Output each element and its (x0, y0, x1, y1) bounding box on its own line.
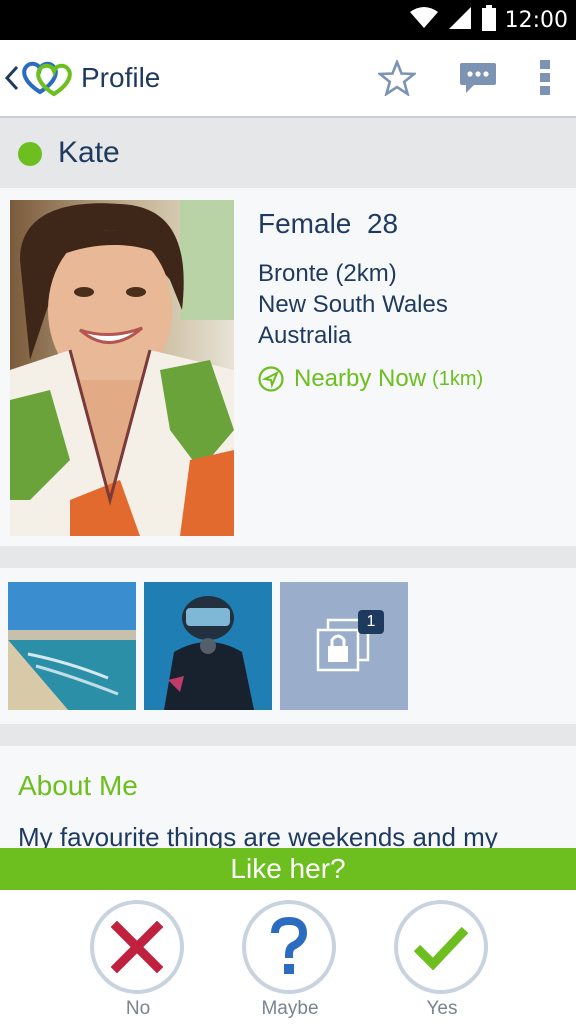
yes-button[interactable]: Yes (394, 900, 490, 1020)
age: 28 (366, 208, 399, 239)
profile-name: Kate (58, 136, 120, 169)
beach-photo-thumb[interactable] (8, 582, 136, 710)
gender-age: Female 28 (258, 208, 483, 240)
maybe-button[interactable]: Maybe (242, 900, 338, 1020)
photo-gallery: 1 (0, 568, 576, 724)
back-button[interactable] (4, 60, 78, 100)
profile-summary: Female 28 Bronte (2km) New South Wales A… (0, 188, 576, 546)
about-section: About Me My favourite things are weekend… (0, 746, 576, 850)
diver-photo-thumb[interactable] (144, 582, 272, 710)
cross-icon (111, 921, 163, 973)
no-button[interactable]: No (90, 900, 186, 1020)
online-status-indicator (18, 142, 42, 166)
no-label: No (125, 998, 151, 1019)
main-profile-photo[interactable] (10, 200, 234, 536)
maybe-label: Maybe (261, 998, 319, 1019)
like-prompt: Like her? (0, 848, 576, 890)
clock: 12:00 (504, 7, 568, 33)
about-text: My favourite things are weekends and my (18, 822, 498, 850)
locked-count-badge: 1 (358, 610, 384, 634)
question-mark-icon (271, 917, 308, 974)
overflow-menu-button[interactable] (540, 58, 550, 98)
favourite-button[interactable] (378, 58, 416, 98)
nearby-label: Nearby Now (294, 365, 427, 392)
locked-photos[interactable]: 1 (280, 582, 408, 710)
profile-info: Female 28 Bronte (2km) New South Wales A… (258, 208, 483, 393)
nearby-now[interactable]: Nearby Now (1km) (258, 365, 483, 393)
checkmark-icon (413, 926, 469, 970)
location-country: Australia (258, 322, 352, 349)
yes-label: Yes (426, 998, 458, 1019)
back-chevron-icon (4, 64, 20, 97)
signal-icon (447, 6, 473, 35)
about-heading: About Me (18, 770, 138, 801)
status-bar: 12:00 (0, 0, 576, 40)
hearts-logo-icon (20, 58, 74, 103)
location-state: New South Wales (258, 291, 448, 318)
battery-icon (481, 4, 497, 36)
star-icon (378, 60, 416, 96)
nearby-distance: (1km) (432, 367, 484, 390)
chat-button[interactable] (458, 58, 498, 98)
gender: Female (258, 208, 352, 239)
page-title: Profile (81, 62, 161, 93)
location-arrow-icon (258, 366, 284, 392)
name-bar: Kate (0, 120, 576, 188)
overflow-menu-icon (540, 60, 550, 95)
app-bar: Profile (0, 40, 576, 118)
wifi-icon (409, 6, 439, 35)
vote-actions: No Maybe Yes (0, 890, 576, 1024)
location-suburb: Bronte (2km) (258, 260, 397, 287)
chat-icon (460, 63, 496, 93)
